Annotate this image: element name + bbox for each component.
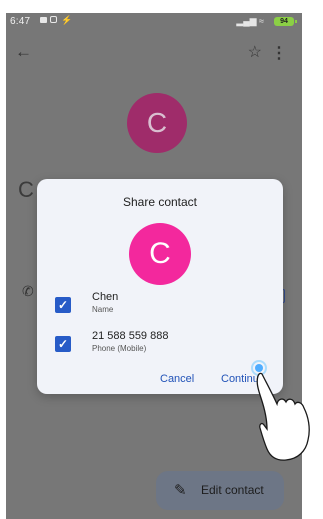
charging-icon: ⚡ bbox=[61, 15, 73, 25]
lock-icon bbox=[50, 16, 57, 23]
back-arrow-icon[interactable]: ← bbox=[15, 42, 32, 62]
status-time: 6:47 bbox=[10, 16, 31, 27]
field-type: Name bbox=[92, 305, 114, 314]
edit-contact-button[interactable]: ✎ Edit contact bbox=[156, 471, 284, 510]
dialog-title: Share contact bbox=[122, 195, 198, 209]
star-icon[interactable]: ☆ bbox=[248, 42, 262, 62]
contact-avatar: C bbox=[127, 93, 187, 153]
signal-wifi-icon: ▂▄▆ ≈ bbox=[236, 16, 264, 26]
tap-hand-icon bbox=[251, 360, 310, 461]
contact-name-fragment: C bbox=[18, 177, 34, 202]
battery-icon: 94 bbox=[274, 17, 297, 26]
more-options-icon[interactable]: ⋮ bbox=[271, 43, 287, 63]
share-field-name[interactable]: ✓ Chen Name bbox=[55, 291, 269, 325]
share-contact-dialog: Share contact C ✓ Chen Name ✓ 21 588 559… bbox=[37, 179, 283, 394]
share-field-phone[interactable]: ✓ 21 588 559 888 Phone (Mobile) bbox=[55, 330, 269, 364]
checkbox-checked-icon[interactable]: ✓ bbox=[55, 336, 71, 352]
field-type: Phone (Mobile) bbox=[92, 344, 147, 353]
field-value: Chen bbox=[92, 291, 119, 303]
pencil-icon: ✎ bbox=[174, 482, 187, 499]
edit-contact-label: Edit contact bbox=[201, 483, 264, 497]
checkbox-checked-icon[interactable]: ✓ bbox=[55, 297, 71, 313]
cancel-button[interactable]: Cancel bbox=[160, 373, 194, 385]
status-bar: 6:47 ⚡ ▂▄▆ ≈ 94 bbox=[6, 13, 302, 35]
field-value: 21 588 559 888 bbox=[92, 330, 169, 342]
message-icon bbox=[40, 17, 47, 23]
dialog-avatar: C bbox=[129, 223, 191, 285]
battery-level: 94 bbox=[280, 18, 288, 25]
phone-icon[interactable]: ✆ bbox=[22, 283, 34, 300]
